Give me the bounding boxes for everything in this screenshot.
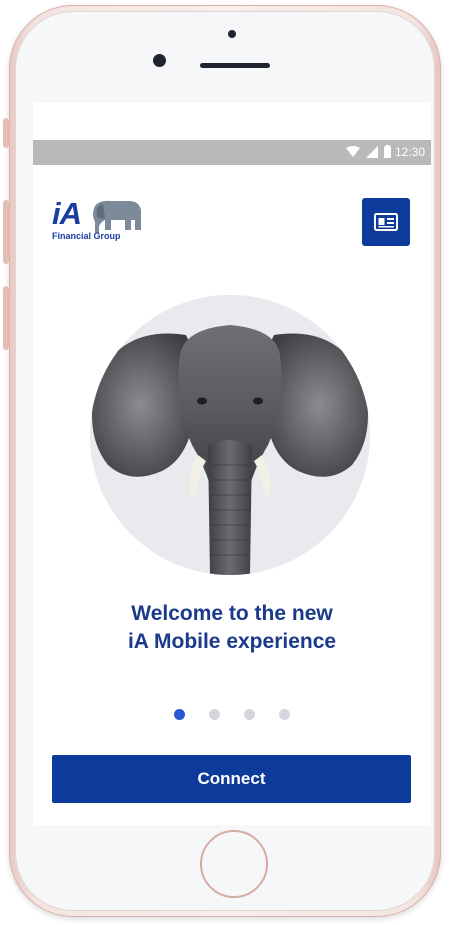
logo-subtitle: Financial Group bbox=[52, 231, 121, 241]
connect-button[interactable]: Connect bbox=[52, 755, 411, 803]
proximity-sensor bbox=[228, 30, 236, 38]
page-dot-1[interactable] bbox=[174, 709, 185, 720]
page-indicator bbox=[33, 709, 431, 720]
home-button[interactable] bbox=[200, 830, 268, 898]
page-dot-3[interactable] bbox=[244, 709, 255, 720]
wifi-icon bbox=[346, 145, 360, 157]
app-screen: 12:30 iA Financial Group Welcome to the … bbox=[33, 103, 431, 825]
welcome-line-2: iA Mobile experience bbox=[127, 630, 337, 653]
front-camera bbox=[153, 54, 166, 67]
welcome-heading: Welcome to the new iA Mobile experience bbox=[33, 600, 431, 656]
volume-down-button bbox=[3, 286, 9, 350]
status-time: 12:30 bbox=[394, 145, 425, 159]
battery-icon bbox=[384, 145, 391, 158]
logo-mark: iA bbox=[52, 196, 82, 231]
earpiece-speaker bbox=[200, 63, 270, 68]
id-card-button[interactable] bbox=[362, 198, 410, 246]
volume-up-button bbox=[3, 200, 9, 264]
elephant-illustration bbox=[90, 295, 370, 575]
page-dot-2[interactable] bbox=[209, 709, 220, 720]
ia-logo: iA Financial Group bbox=[52, 196, 152, 256]
elephant-logo-icon bbox=[93, 200, 141, 233]
mute-switch bbox=[3, 118, 9, 148]
status-icons bbox=[346, 145, 391, 158]
welcome-line-1: Welcome to the new bbox=[131, 602, 333, 625]
hero-image bbox=[90, 295, 370, 575]
id-card-icon bbox=[374, 213, 398, 231]
status-bar: 12:30 bbox=[33, 140, 431, 165]
page-dot-4[interactable] bbox=[279, 709, 290, 720]
signal-icon bbox=[366, 145, 378, 158]
